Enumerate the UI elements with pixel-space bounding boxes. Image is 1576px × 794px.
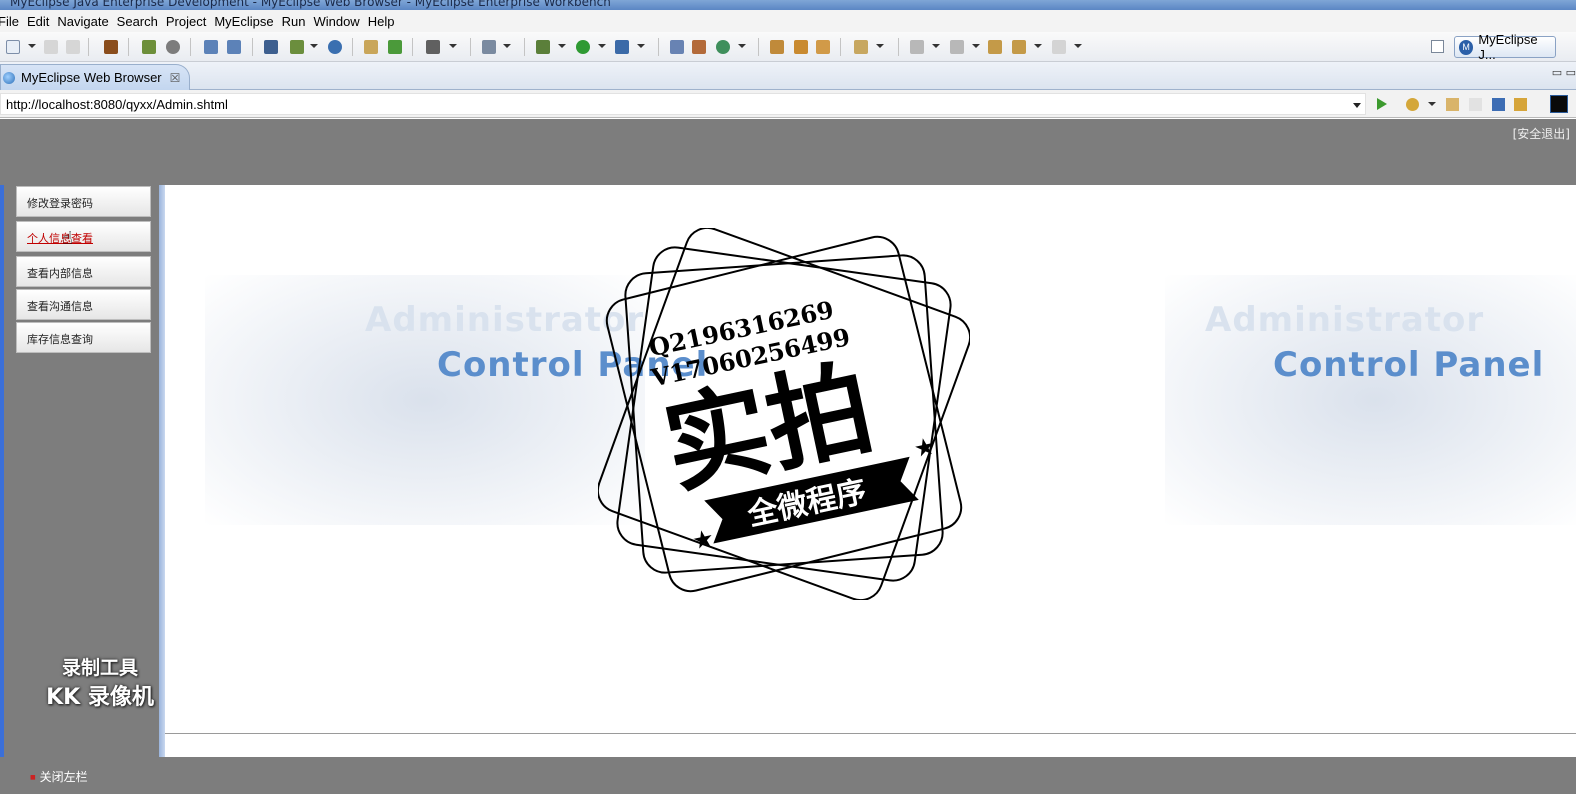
nav-inventory-query[interactable]: 库存信息查询 — [16, 322, 151, 353]
new-dropdown-icon[interactable] — [28, 44, 36, 48]
new-project-icon[interactable] — [670, 40, 684, 54]
pin-icon[interactable] — [794, 40, 808, 54]
camera-dropdown-icon[interactable] — [449, 44, 457, 48]
back-dropdown-icon[interactable] — [1034, 44, 1042, 48]
globe-icon — [3, 71, 15, 84]
print-icon[interactable] — [66, 40, 80, 54]
menu-myeclipse[interactable]: MyEclipse — [214, 14, 281, 29]
run-icon[interactable] — [576, 40, 590, 54]
tab-label: MyEclipse Web Browser — [21, 70, 162, 85]
browser-back-icon[interactable] — [1446, 98, 1459, 111]
export-dropdown-icon[interactable] — [310, 44, 318, 48]
debug-dropdown-icon[interactable] — [558, 44, 566, 48]
perspective-switcher-button[interactable]: M MyEclipse J... — [1454, 32, 1556, 62]
star-icon: ★ — [690, 524, 717, 556]
stamp-overlay: Q2196316269 V17060256499 实拍 全微程序 ★ ★ — [598, 228, 970, 600]
back-icon[interactable] — [1012, 40, 1026, 54]
run-dropdown-icon[interactable] — [598, 44, 606, 48]
package-icon[interactable] — [104, 40, 118, 54]
nav-personal-info[interactable]: 个人信息查看 — [16, 221, 151, 252]
open-perspective-icon[interactable] — [1431, 40, 1444, 53]
save-icon[interactable] — [44, 40, 58, 54]
search-folder-icon[interactable] — [854, 40, 868, 54]
main-toolbar: M MyEclipse J... — [0, 32, 1576, 62]
menu-search[interactable]: Search — [117, 14, 166, 29]
menu-navigate[interactable]: Navigate — [57, 14, 116, 29]
browser-forward-icon[interactable] — [1469, 98, 1482, 111]
browser-refresh-icon[interactable] — [1514, 98, 1527, 111]
menu-file[interactable]: File — [0, 14, 27, 29]
star-icon: ★ — [911, 432, 938, 464]
go-icon[interactable] — [1377, 98, 1387, 110]
next-annotation-icon[interactable] — [910, 40, 924, 54]
prev-annotation-icon[interactable] — [950, 40, 964, 54]
page-footer: 关闭左栏 — [0, 757, 1576, 794]
nav-change-password[interactable]: 修改登录密码 — [16, 186, 151, 217]
next-annotation-dropdown-icon[interactable] — [932, 44, 940, 48]
globe-icon[interactable] — [328, 40, 342, 54]
left-accent-bar — [0, 185, 4, 757]
menu-bar: File Edit Navigate Search Project MyEcli… — [0, 10, 1576, 32]
banner-admin-right: Administrator — [1205, 300, 1485, 340]
browser-view-icon[interactable] — [1550, 95, 1568, 113]
edit-icon[interactable] — [204, 40, 218, 54]
search-dropdown-icon[interactable] — [876, 44, 884, 48]
window-titlebar: MyEclipse Java Enterprise Development - … — [0, 0, 1576, 10]
stop-icon[interactable] — [1492, 98, 1505, 111]
browser-address-bar: http://localhost:8080/qyxx/Admin.shtml — [0, 90, 1576, 118]
close-icon[interactable]: ☒ — [170, 71, 181, 85]
new-class-icon[interactable] — [692, 40, 706, 54]
perspective-label: MyEclipse J... — [1478, 32, 1538, 62]
deploy-icon[interactable] — [264, 40, 278, 54]
minimize-maximize-icon[interactable]: ▭ ▭ — [1552, 66, 1576, 79]
forward-dropdown-icon[interactable] — [1074, 44, 1082, 48]
url-input[interactable]: http://localhost:8080/qyxx/Admin.shtml — [0, 93, 1366, 115]
debug-icon[interactable] — [142, 40, 156, 54]
menu-help[interactable]: Help — [368, 14, 403, 29]
close-left-panel-link[interactable]: 关闭左栏 — [30, 768, 88, 785]
open-type-icon[interactable] — [770, 40, 784, 54]
favorites-icon[interactable] — [1406, 98, 1419, 111]
recorder-line1: 录制工具 — [61, 657, 138, 679]
logout-link[interactable]: [安全退出] — [1513, 125, 1570, 142]
menu-project[interactable]: Project — [166, 14, 214, 29]
nav-internal-info[interactable]: 查看内部信息 — [16, 256, 151, 287]
favorites-dropdown-icon[interactable] — [1428, 102, 1436, 106]
banner-control-right: Control Panel — [1273, 345, 1545, 385]
window-title: MyEclipse Java Enterprise Development - … — [10, 0, 611, 9]
server-icon[interactable] — [166, 40, 180, 54]
recorder-line2: KK 录像机 — [46, 685, 154, 710]
page-header: [安全退出] — [0, 119, 1576, 185]
refresh-icon[interactable] — [716, 40, 730, 54]
editor-tab-row: MyEclipse Web Browser ☒ ▭ ▭ — [0, 62, 1576, 90]
tab-web-browser[interactable]: MyEclipse Web Browser ☒ — [0, 64, 190, 90]
menu-window[interactable]: Window — [313, 14, 367, 29]
open-resource-icon[interactable] — [816, 40, 830, 54]
recorder-watermark: 录制工具 KK 录像机 — [30, 653, 170, 713]
tasks-dropdown-icon[interactable] — [503, 44, 511, 48]
menu-run[interactable]: Run — [282, 14, 314, 29]
add-icon[interactable] — [388, 40, 402, 54]
forward-icon[interactable] — [1052, 40, 1066, 54]
tasks-icon[interactable] — [482, 40, 496, 54]
bug-icon[interactable] — [536, 40, 550, 54]
export-icon[interactable] — [290, 40, 304, 54]
hand-cursor-icon: ☝ — [62, 228, 73, 249]
last-edit-icon[interactable] — [988, 40, 1002, 54]
camera-icon[interactable] — [426, 40, 440, 54]
menu-edit[interactable]: Edit — [27, 14, 57, 29]
prev-annotation-dropdown-icon[interactable] — [972, 44, 980, 48]
folder-icon[interactable] — [364, 40, 378, 54]
new-icon[interactable] — [6, 40, 20, 54]
external-tools-icon[interactable] — [615, 40, 629, 54]
url-history-dropdown-icon[interactable] — [1353, 103, 1361, 108]
refactor-icon[interactable] — [227, 40, 241, 54]
refresh-dropdown-icon[interactable] — [738, 44, 746, 48]
content-bottom-strip — [165, 733, 1576, 757]
nav-communication-info[interactable]: 查看沟通信息 — [16, 289, 151, 320]
external-tools-dropdown-icon[interactable] — [637, 44, 645, 48]
myeclipse-logo-icon: M — [1459, 39, 1474, 55]
